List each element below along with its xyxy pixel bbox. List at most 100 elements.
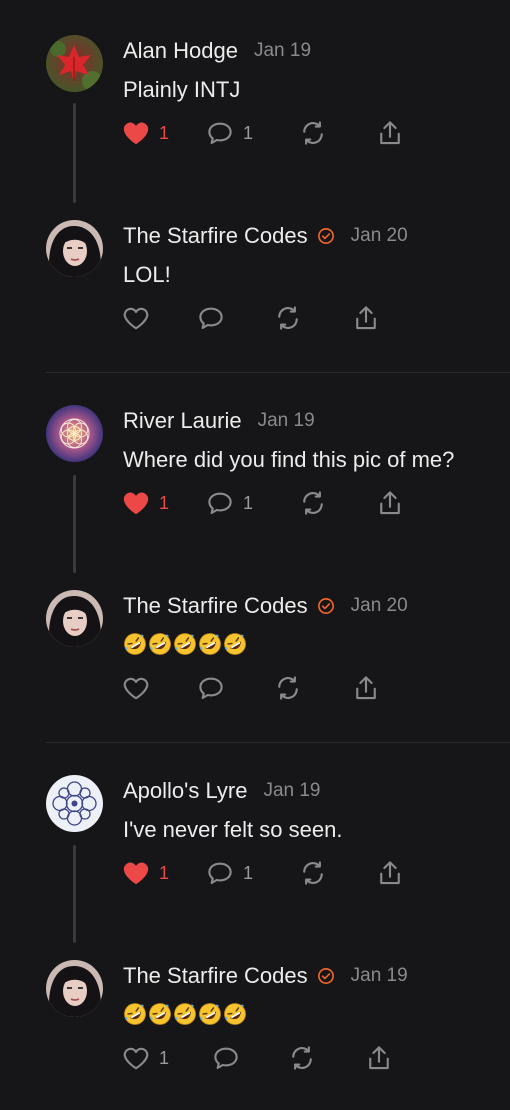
comment-thread: Alan Hodge Jan 19 Plainly INTJ 1 1 The S… (0, 0, 510, 373)
comment: River Laurie Jan 19 Where did you find t… (0, 370, 510, 573)
comment-date[interactable]: Jan 19 (254, 40, 311, 62)
avatar[interactable] (46, 775, 103, 832)
avatar[interactable] (46, 960, 103, 1017)
rolling-on-floor-laughing-emoji-icon (123, 1002, 147, 1026)
comment-text (123, 1002, 247, 1026)
restack-button[interactable] (298, 858, 328, 888)
reply-button[interactable]: 1 (205, 858, 253, 888)
rolling-on-floor-laughing-emoji-icon (223, 632, 247, 656)
avatar[interactable] (46, 405, 103, 462)
comment-date[interactable]: Jan 20 (351, 225, 408, 247)
comment: Apollo's Lyre Jan 19 I've never felt so … (0, 740, 510, 943)
share-button[interactable] (364, 1043, 394, 1073)
comment-date[interactable]: Jan 19 (258, 410, 315, 432)
heart-outline-icon (121, 673, 151, 703)
comment-date[interactable]: Jan 19 (351, 965, 408, 987)
like-count: 1 (159, 492, 170, 513)
restack-button[interactable] (287, 1043, 317, 1073)
like-button[interactable] (121, 303, 151, 333)
restack-icon (273, 303, 303, 333)
like-button[interactable]: 1 (121, 1043, 169, 1073)
author-name[interactable]: The Starfire Codes (123, 963, 308, 989)
verified-check-icon (317, 597, 335, 615)
comment-text (123, 632, 247, 656)
heart-filled-icon (121, 488, 151, 518)
share-button[interactable] (375, 488, 405, 518)
portrait-avatar-icon (46, 590, 103, 647)
comment-header: River Laurie Jan 19 (123, 408, 315, 434)
reply-count: 1 (243, 122, 254, 143)
heart-outline-icon (121, 303, 151, 333)
comment-icon (205, 858, 235, 888)
reply-button[interactable] (196, 673, 226, 703)
comment-header: Alan Hodge Jan 19 (123, 38, 311, 64)
like-button[interactable]: 1 (121, 118, 169, 148)
comment-header: Apollo's Lyre Jan 19 (123, 778, 321, 804)
restack-icon (273, 673, 303, 703)
avatar[interactable] (46, 35, 103, 92)
comment-text: Where did you find this pic of me? (123, 447, 455, 472)
comment-header: The Starfire Codes Jan 19 (123, 963, 408, 989)
reply-count: 1 (243, 862, 254, 883)
author-name[interactable]: The Starfire Codes (123, 593, 308, 619)
share-icon (351, 303, 381, 333)
restack-button[interactable] (298, 488, 328, 518)
comment-header: The Starfire Codes Jan 20 (123, 223, 408, 249)
rolling-on-floor-laughing-emoji-icon (198, 1002, 222, 1026)
reply-button[interactable]: 1 (205, 488, 253, 518)
comment-text: LOL! (123, 262, 171, 287)
author-name[interactable]: Alan Hodge (123, 38, 238, 64)
restack-button[interactable] (273, 673, 303, 703)
reply-button[interactable] (196, 303, 226, 333)
verified-check-icon (317, 967, 335, 985)
comment-date[interactable]: Jan 19 (263, 780, 320, 802)
rolling-on-floor-laughing-emoji-icon (223, 1002, 247, 1026)
rolling-on-floor-laughing-emoji-icon (173, 632, 197, 656)
mandala-avatar-icon (46, 775, 103, 832)
share-button[interactable] (351, 303, 381, 333)
comment-icon (196, 673, 226, 703)
rolling-on-floor-laughing-emoji-icon (123, 632, 147, 656)
like-button[interactable]: 1 (121, 858, 169, 888)
comment-icon (211, 1043, 241, 1073)
author-name[interactable]: River Laurie (123, 408, 242, 434)
comment: Alan Hodge Jan 19 Plainly INTJ 1 1 (0, 0, 510, 203)
like-count: 1 (159, 122, 170, 143)
restack-button[interactable] (298, 118, 328, 148)
author-name[interactable]: The Starfire Codes (123, 223, 308, 249)
rolling-on-floor-laughing-emoji-icon (148, 1002, 172, 1026)
reply-button[interactable]: 1 (205, 118, 253, 148)
share-icon (375, 858, 405, 888)
red-leaf-avatar-icon (46, 35, 103, 92)
share-button[interactable] (351, 673, 381, 703)
share-button[interactable] (375, 118, 405, 148)
portrait-avatar-icon (46, 960, 103, 1017)
comment-text: I've never felt so seen. (123, 817, 343, 842)
reply-comment: The Starfire Codes Jan 19 1 (0, 925, 510, 1110)
like-count: 1 (159, 1047, 170, 1068)
avatar[interactable] (46, 590, 103, 647)
heart-filled-icon (121, 118, 151, 148)
like-button[interactable]: 1 (121, 488, 169, 518)
restack-icon (298, 858, 328, 888)
restack-icon (298, 118, 328, 148)
comment-thread: Apollo's Lyre Jan 19 I've never felt so … (0, 740, 510, 1110)
reply-button[interactable] (211, 1043, 241, 1073)
comment-thread: River Laurie Jan 19 Where did you find t… (0, 370, 510, 743)
reply-comment: The Starfire Codes Jan 20 (0, 555, 510, 740)
like-button[interactable] (121, 673, 151, 703)
comment-date[interactable]: Jan 20 (351, 595, 408, 617)
portrait-avatar-icon (46, 220, 103, 277)
share-button[interactable] (375, 858, 405, 888)
comment-icon (205, 118, 235, 148)
author-name[interactable]: Apollo's Lyre (123, 778, 247, 804)
share-icon (351, 673, 381, 703)
restack-icon (287, 1043, 317, 1073)
share-icon (375, 118, 405, 148)
comment-text: Plainly INTJ (123, 77, 241, 102)
rolling-on-floor-laughing-emoji-icon (173, 1002, 197, 1026)
avatar[interactable] (46, 220, 103, 277)
reply-comment: The Starfire Codes Jan 20 LOL! (0, 185, 510, 370)
restack-button[interactable] (273, 303, 303, 333)
restack-icon (298, 488, 328, 518)
